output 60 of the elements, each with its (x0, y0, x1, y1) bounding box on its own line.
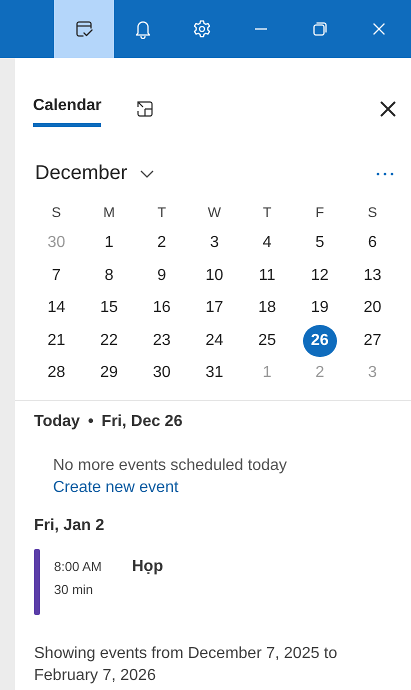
calendar-day[interactable]: 28 (39, 357, 74, 390)
weekday-label: T (262, 203, 272, 222)
month-dropdown[interactable]: December (35, 162, 156, 185)
separator-dot: • (88, 412, 94, 430)
calendar-day[interactable]: 4 (250, 227, 284, 260)
calendar-day[interactable]: 9 (144, 260, 179, 292)
calendar-day[interactable]: 11 (250, 260, 284, 292)
calendar-day[interactable]: 16 (144, 292, 179, 324)
weekday-label: S (366, 203, 378, 222)
calendar-day[interactable]: 5 (302, 227, 337, 260)
calendar-day[interactable]: 22 (92, 324, 126, 357)
event-title[interactable]: Họp (132, 548, 164, 614)
calendar-day[interactable]: 30 (144, 357, 179, 390)
calendar-day[interactable]: 21 (39, 324, 74, 357)
calendar-check-icon (74, 19, 94, 39)
chevron-down-icon (139, 168, 156, 178)
calendar-day[interactable]: 26 (302, 324, 337, 357)
weekday-label: F (314, 203, 326, 222)
calendar-day[interactable]: 15 (92, 292, 126, 324)
calendar-day[interactable]: 29 (92, 357, 126, 390)
day-heading: Fri, Jan 2 (34, 516, 106, 534)
calendar-day[interactable]: 3 (197, 227, 232, 260)
more-options-button[interactable] (375, 170, 395, 176)
date-range-note: Showing events from December 7, 2025 to February 7, 2026 (33, 644, 338, 686)
calendar-day[interactable]: 23 (144, 324, 179, 357)
calendar-day[interactable]: 25 (250, 324, 284, 357)
event-time: 8:00 AM (54, 558, 103, 574)
expand-icon (135, 99, 156, 119)
calendar-day[interactable]: 6 (355, 227, 390, 260)
calendar-day[interactable]: 13 (355, 260, 390, 292)
calendar-day[interactable]: 12 (302, 260, 337, 292)
minimize-icon (254, 28, 268, 30)
calendar-day[interactable]: 19 (302, 292, 337, 324)
weekday-label: S (50, 203, 62, 222)
calendar-day[interactable]: 27 (355, 324, 390, 357)
more-icon (375, 170, 395, 176)
today-date: Fri, Dec 26 (102, 412, 182, 430)
event-duration: 30 min (54, 582, 94, 596)
calendar-day[interactable]: 10 (197, 260, 232, 292)
settings-icon (192, 19, 212, 39)
no-events-message: No more events scheduled today (53, 456, 288, 474)
calendar-day[interactable]: 7 (39, 260, 74, 292)
today-label: Today (34, 412, 80, 430)
weekday-label: T (156, 203, 167, 222)
calendar-day[interactable]: 18 (250, 292, 284, 324)
calendar-day[interactable]: 2 (144, 227, 179, 260)
calendar-day[interactable]: 20 (355, 292, 390, 324)
calendar-day[interactable]: 17 (197, 292, 232, 324)
calendar-button[interactable] (54, 0, 114, 58)
calendar-day[interactable]: 8 (92, 260, 126, 292)
expand-button[interactable] (135, 99, 156, 119)
calendar-tab[interactable]: Calendar (33, 91, 102, 127)
weekday-label: M (102, 203, 116, 222)
calendar-day[interactable]: 31 (197, 357, 232, 390)
calendar-day[interactable]: 1 (92, 227, 126, 260)
weekday-label: W (206, 203, 222, 222)
create-event-link[interactable]: Create new event (53, 478, 178, 496)
calendar-day[interactable]: 14 (39, 292, 74, 324)
calendar-day[interactable]: 24 (197, 324, 232, 357)
bell-icon (133, 19, 153, 39)
